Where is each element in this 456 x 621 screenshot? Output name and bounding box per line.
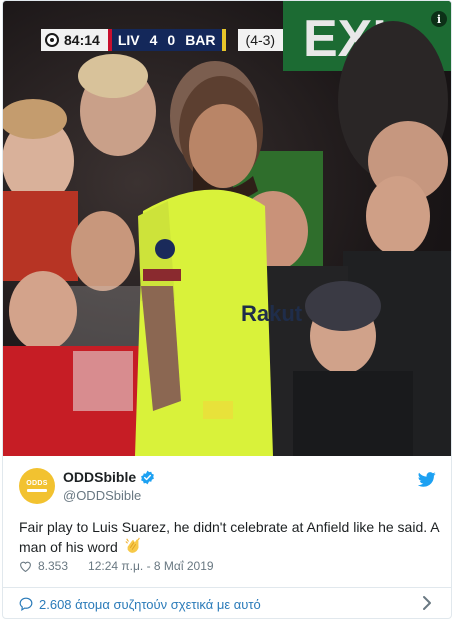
heart-icon[interactable] bbox=[19, 560, 32, 572]
verified-badge-icon bbox=[141, 470, 154, 484]
tweet-header: ODDS ODDSbible @ODDSbible bbox=[19, 466, 439, 506]
divider bbox=[3, 587, 451, 588]
display-name[interactable]: ODDSbible bbox=[63, 469, 136, 485]
comment-bubble-icon bbox=[19, 597, 33, 611]
tweet-timestamp[interactable]: 12:24 π.μ. - 8 Μαΐ 2019 bbox=[88, 559, 214, 573]
tweet-text: Fair play to Luis Suarez, he didn't cele… bbox=[19, 517, 439, 557]
avatar-text: ODDS bbox=[26, 480, 48, 487]
tweet-photo[interactable]: EXI Rakut 84:14 LIV 4 0 BAR (4-3) i bbox=[3, 1, 451, 456]
away-color-bar bbox=[221, 29, 226, 51]
conversation-link[interactable]: 2.608 άτομα συζητούν σχετικά με αυτό bbox=[19, 595, 439, 613]
like-count[interactable]: 8.353 bbox=[38, 559, 68, 573]
shirt-sponsor-text: Rakut bbox=[241, 301, 303, 326]
info-icon[interactable]: i bbox=[431, 11, 447, 27]
conversation-label[interactable]: 2.608 άτομα συζητούν σχετικά με αυτό bbox=[39, 597, 261, 612]
ball-icon bbox=[45, 33, 59, 47]
tweet-meta: 8.353 12:24 π.μ. - 8 Μαΐ 2019 bbox=[19, 559, 214, 573]
tweet-embed-card: EXI Rakut 84:14 LIV 4 0 BAR (4-3) i ODDS… bbox=[2, 0, 452, 619]
avatar[interactable]: ODDS bbox=[19, 468, 55, 504]
score-display: LIV 4 0 BAR bbox=[111, 29, 222, 51]
aggregate-score: (4-3) bbox=[237, 29, 284, 51]
clapping-hands-emoji bbox=[125, 537, 140, 553]
chevron-right-icon[interactable] bbox=[421, 595, 433, 611]
avatar-underline bbox=[27, 489, 47, 492]
scorebug: 84:14 LIV 4 0 BAR (4-3) bbox=[41, 29, 284, 51]
home-score: 4 bbox=[149, 32, 158, 48]
photo-scene: EXI Rakut bbox=[3, 1, 451, 456]
match-time: 84:14 bbox=[64, 32, 100, 48]
handle[interactable]: @ODDSbible bbox=[63, 488, 155, 503]
author-names: ODDSbible @ODDSbible bbox=[63, 469, 155, 503]
away-team: BAR bbox=[185, 32, 216, 48]
away-score: 0 bbox=[167, 32, 176, 48]
twitter-bird-icon[interactable] bbox=[418, 472, 436, 487]
tweet-body: Fair play to Luis Suarez, he didn't cele… bbox=[19, 519, 439, 555]
home-team: LIV bbox=[117, 32, 140, 48]
match-clock: 84:14 bbox=[41, 29, 108, 51]
